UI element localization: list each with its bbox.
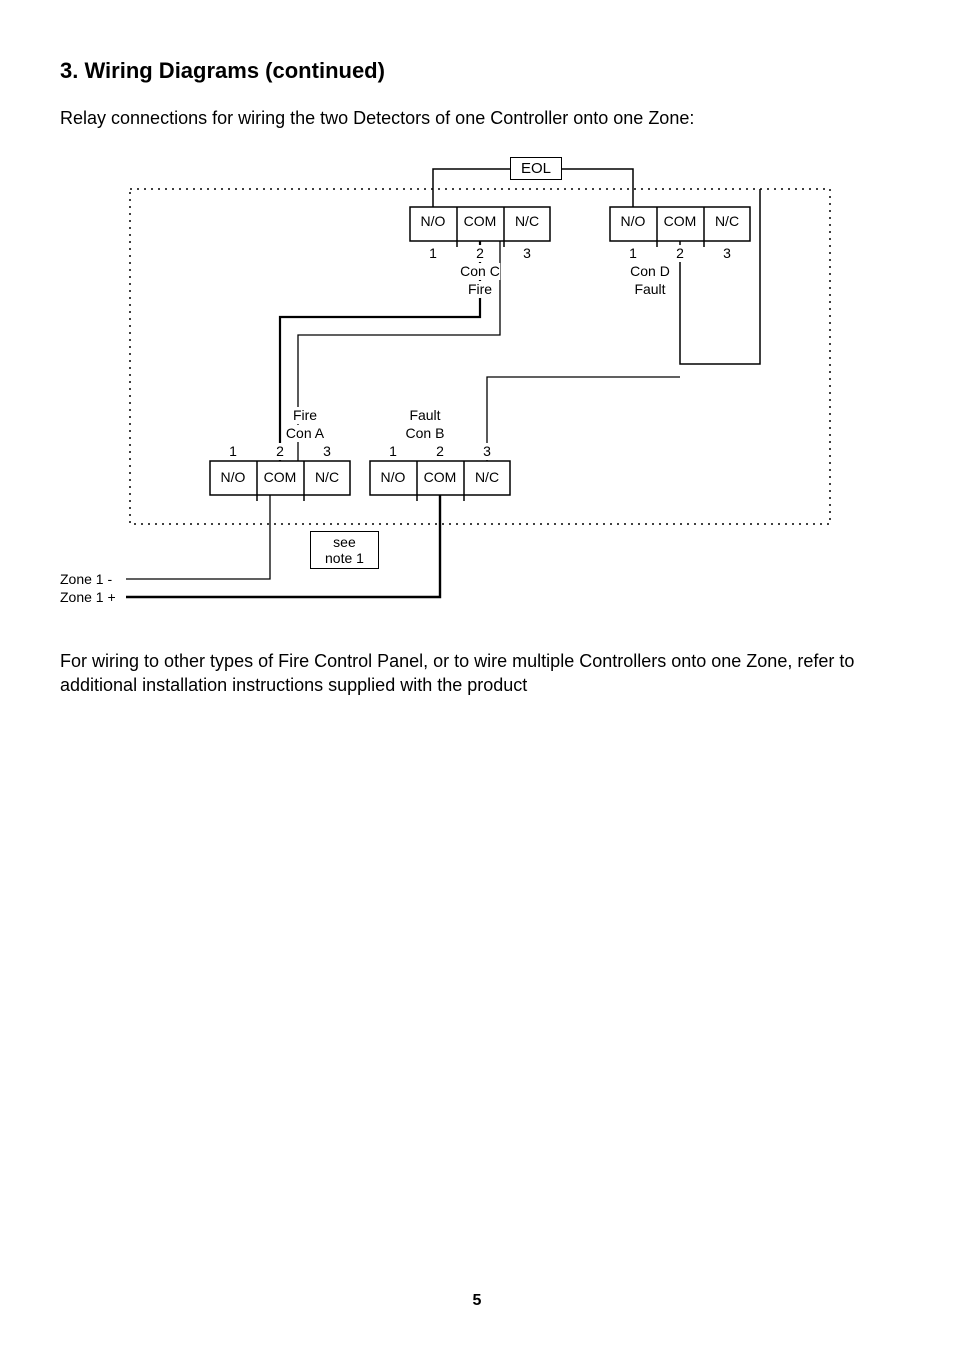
relay-conA-term-2: 2: [276, 443, 284, 460]
page-number: 5: [0, 1292, 954, 1310]
relay-conD-pin-no: N/O: [621, 213, 646, 230]
relay-conB-pin-nc: N/C: [475, 469, 499, 486]
section-title: 3. Wiring Diagrams (continued): [60, 58, 894, 84]
relay-conD-pin-com: COM: [664, 213, 697, 230]
zone1-plus-label: Zone 1 +: [60, 589, 116, 606]
relay-conC-term-2: 2: [476, 245, 484, 262]
relay-conC-term-3: 3: [523, 245, 531, 262]
relay-conC-name1: Con C: [460, 263, 500, 280]
relay-conA-pin-no: N/O: [221, 469, 246, 486]
relay-conB-pin-no: N/O: [381, 469, 406, 486]
relay-conA-pin-com: COM: [264, 469, 297, 486]
relay-conB-pin-com: COM: [424, 469, 457, 486]
relay-conD-pin-nc: N/C: [715, 213, 739, 230]
relay-conB-name1: Fault: [409, 407, 440, 424]
note-line1: see: [333, 534, 356, 550]
zone1-minus-label: Zone 1 -: [60, 571, 112, 588]
relay-conA-name2: Con A: [286, 425, 324, 442]
relay-conC-pin-nc: N/C: [515, 213, 539, 230]
wiring-diagram: EOL N/O COM N/C 1 2 3 Con C Fire N/O COM…: [60, 149, 894, 619]
relay-conC-term-1: 1: [429, 245, 437, 262]
relay-conB-term-1: 1: [389, 443, 397, 460]
relay-conA-pin-nc: N/C: [315, 469, 339, 486]
relay-conD-name2: Fault: [634, 281, 665, 298]
relay-conD-term-3: 3: [723, 245, 731, 262]
relay-conD-term-1: 1: [629, 245, 637, 262]
relay-conC-pin-com: COM: [464, 213, 497, 230]
relay-conB-term-2: 2: [436, 443, 444, 460]
relay-conC-pin-no: N/O: [421, 213, 446, 230]
relay-conA-term-1: 1: [229, 443, 237, 460]
eol-label: EOL: [510, 157, 562, 180]
relay-conB-term-3: 3: [483, 443, 491, 460]
relay-conB-name2: Con B: [406, 425, 445, 442]
relay-conD-name1: Con D: [630, 263, 670, 280]
relay-conC-name2: Fire: [468, 281, 492, 298]
relay-conA-term-3: 3: [323, 443, 331, 460]
intro-text: Relay connections for wiring the two Det…: [60, 108, 894, 129]
outro-text: For wiring to other types of Fire Contro…: [60, 649, 894, 698]
relay-conD-term-2: 2: [676, 245, 684, 262]
note-line2: note 1: [325, 550, 364, 566]
note-box: see note 1: [310, 531, 379, 569]
relay-conA-name1: Fire: [293, 407, 317, 424]
